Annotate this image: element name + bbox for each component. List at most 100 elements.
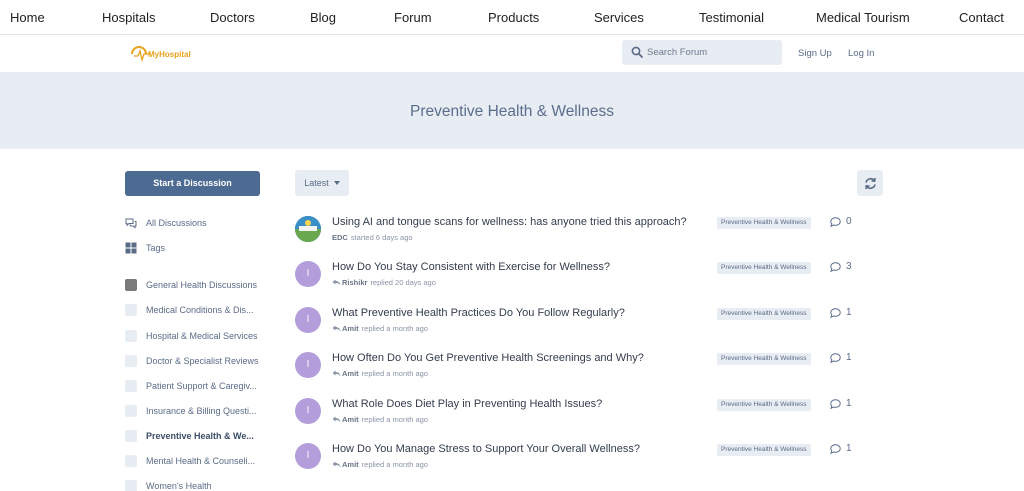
site-nav: Home Hospitals Doctors Blog Forum Produc… bbox=[0, 0, 1024, 35]
avatar[interactable]: I bbox=[295, 443, 321, 469]
nav-contact[interactable]: Contact bbox=[959, 10, 1004, 25]
nav-testimonial[interactable]: Testimonial bbox=[699, 10, 764, 25]
nav-hospitals[interactable]: Hospitals bbox=[102, 10, 155, 25]
avatar[interactable]: I bbox=[295, 398, 321, 424]
avatar[interactable]: I bbox=[295, 261, 321, 287]
avatar[interactable]: I bbox=[295, 307, 321, 333]
reply-count: 1 bbox=[830, 352, 852, 363]
sidebar-category[interactable]: Women's Health bbox=[125, 479, 212, 491]
reply-count-value: 0 bbox=[846, 216, 852, 227]
reply-icon bbox=[332, 461, 341, 468]
sidebar-item-label: Women's Health bbox=[146, 481, 212, 491]
discussion-user[interactable]: Amit bbox=[342, 324, 359, 333]
reply-count-value: 1 bbox=[846, 443, 852, 454]
discussion-row[interactable]: I How Do You Stay Consistent with Exerci… bbox=[295, 261, 865, 297]
sidebar-item-label: Tags bbox=[146, 243, 166, 253]
discussion-title[interactable]: How Do You Stay Consistent with Exercise… bbox=[332, 261, 610, 273]
comment-icon bbox=[830, 398, 841, 409]
sidebar-category[interactable]: Patient Support & Caregiv... bbox=[125, 379, 257, 393]
sidebar-item-label: Insurance & Billing Questi... bbox=[146, 406, 257, 416]
sidebar-category[interactable]: Mental Health & Counseli... bbox=[125, 454, 255, 468]
category-color-swatch bbox=[125, 355, 137, 367]
discussion-user[interactable]: EDC bbox=[332, 233, 348, 242]
discussion-row[interactable]: I What Role Does Diet Play in Preventing… bbox=[295, 398, 865, 434]
discussion-tag[interactable]: Preventive Health & Wellness bbox=[717, 217, 811, 229]
log-in-link[interactable]: Log In bbox=[848, 48, 874, 59]
avatar[interactable] bbox=[295, 216, 321, 242]
discussion-tag[interactable]: Preventive Health & Wellness bbox=[717, 353, 811, 365]
discussion-time: replied 20 days ago bbox=[370, 278, 436, 287]
nav-services[interactable]: Services bbox=[594, 10, 644, 25]
sidebar-item-label: General Health Discussions bbox=[146, 280, 258, 290]
reply-icon bbox=[332, 325, 341, 332]
discussion-row[interactable]: Using AI and tongue scans for wellness: … bbox=[295, 216, 865, 252]
discussion-tag[interactable]: Preventive Health & Wellness bbox=[717, 308, 811, 320]
comment-icon bbox=[830, 443, 841, 454]
avatar-image-icon bbox=[295, 216, 321, 242]
grid-icon bbox=[125, 242, 137, 254]
category-color-swatch bbox=[125, 380, 137, 392]
sidebar-item-all-discussions[interactable]: All Discussions bbox=[125, 216, 207, 230]
discussion-row[interactable]: I What Preventive Health Practices Do Yo… bbox=[295, 307, 865, 343]
discussion-title[interactable]: What Role Does Diet Play in Preventing H… bbox=[332, 398, 602, 410]
sidebar-category-active[interactable]: Preventive Health & We... bbox=[125, 429, 254, 443]
nav-home[interactable]: Home bbox=[10, 10, 45, 25]
discussion-title[interactable]: What Preventive Health Practices Do You … bbox=[332, 307, 625, 319]
comment-icon bbox=[830, 352, 841, 363]
nav-doctors[interactable]: Doctors bbox=[210, 10, 255, 25]
sidebar-item-label: Doctor & Specialist Reviews bbox=[146, 356, 259, 366]
sidebar-category[interactable]: Doctor & Specialist Reviews bbox=[125, 354, 259, 368]
refresh-icon bbox=[864, 177, 876, 189]
nav-blog[interactable]: Blog bbox=[310, 10, 336, 25]
discussion-title[interactable]: How Do You Manage Stress to Support Your… bbox=[332, 443, 640, 455]
category-color-swatch bbox=[125, 480, 137, 491]
reply-count-value: 1 bbox=[846, 307, 852, 318]
discussion-tag[interactable]: Preventive Health & Wellness bbox=[717, 399, 811, 411]
discussion-row[interactable]: I How Do You Manage Stress to Support Yo… bbox=[295, 443, 865, 479]
search-icon bbox=[631, 46, 643, 58]
site-logo[interactable]: MyHospital bbox=[130, 44, 191, 64]
discussion-tag[interactable]: Preventive Health & Wellness bbox=[717, 444, 811, 456]
discussion-meta: Amit replied a month ago bbox=[332, 324, 428, 333]
nav-medical-tourism[interactable]: Medical Tourism bbox=[816, 10, 910, 25]
discussion-user[interactable]: Amit bbox=[342, 415, 359, 424]
nav-forum[interactable]: Forum bbox=[394, 10, 432, 25]
sidebar-category[interactable]: General Health Discussions bbox=[125, 278, 257, 292]
discussion-user[interactable]: Amit bbox=[342, 460, 359, 469]
discussion-title[interactable]: Using AI and tongue scans for wellness: … bbox=[332, 216, 687, 228]
discussion-time: replied a month ago bbox=[361, 369, 428, 378]
refresh-button[interactable] bbox=[857, 170, 883, 196]
category-color-swatch bbox=[125, 430, 137, 442]
discussion-title[interactable]: How Often Do You Get Preventive Health S… bbox=[332, 352, 644, 364]
reply-count: 3 bbox=[830, 261, 852, 272]
sidebar-item-tags[interactable]: Tags bbox=[125, 241, 165, 255]
discussion-row[interactable]: I How Often Do You Get Preventive Health… bbox=[295, 352, 865, 388]
discussion-tag[interactable]: Preventive Health & Wellness bbox=[717, 262, 811, 274]
discussion-user[interactable]: Amit bbox=[342, 369, 359, 378]
nav-products[interactable]: Products bbox=[488, 10, 539, 25]
discussion-meta: EDC started 6 days ago bbox=[332, 233, 413, 242]
avatar[interactable]: I bbox=[295, 352, 321, 378]
sidebar-item-label: Medical Conditions & Dis... bbox=[146, 305, 254, 315]
comment-icon bbox=[830, 307, 841, 318]
sidebar-category[interactable]: Medical Conditions & Dis... bbox=[125, 303, 254, 317]
category-color-swatch bbox=[125, 405, 137, 417]
reply-count: 1 bbox=[830, 398, 852, 409]
start-discussion-button[interactable]: Start a Discussion bbox=[125, 171, 260, 196]
sort-dropdown[interactable]: Latest bbox=[295, 170, 349, 196]
sidebar-item-label: Patient Support & Caregiv... bbox=[146, 381, 257, 391]
sign-up-link[interactable]: Sign Up bbox=[798, 48, 832, 59]
sidebar-category[interactable]: Hospital & Medical Services bbox=[125, 329, 258, 343]
search-input[interactable]: Search Forum bbox=[622, 40, 782, 65]
caret-down-icon bbox=[333, 181, 340, 185]
category-color-swatch bbox=[125, 304, 137, 316]
discussion-meta: Rishikr replied 20 days ago bbox=[332, 278, 436, 287]
discussion-user[interactable]: Rishikr bbox=[342, 278, 367, 287]
discussion-meta: Amit replied a month ago bbox=[332, 369, 428, 378]
logo-text: MyHospital bbox=[148, 49, 191, 59]
sidebar-category[interactable]: Insurance & Billing Questi... bbox=[125, 404, 257, 418]
reply-count-value: 3 bbox=[846, 261, 852, 272]
reply-count: 1 bbox=[830, 443, 852, 454]
reply-icon bbox=[332, 279, 341, 286]
comment-icon bbox=[830, 216, 841, 227]
